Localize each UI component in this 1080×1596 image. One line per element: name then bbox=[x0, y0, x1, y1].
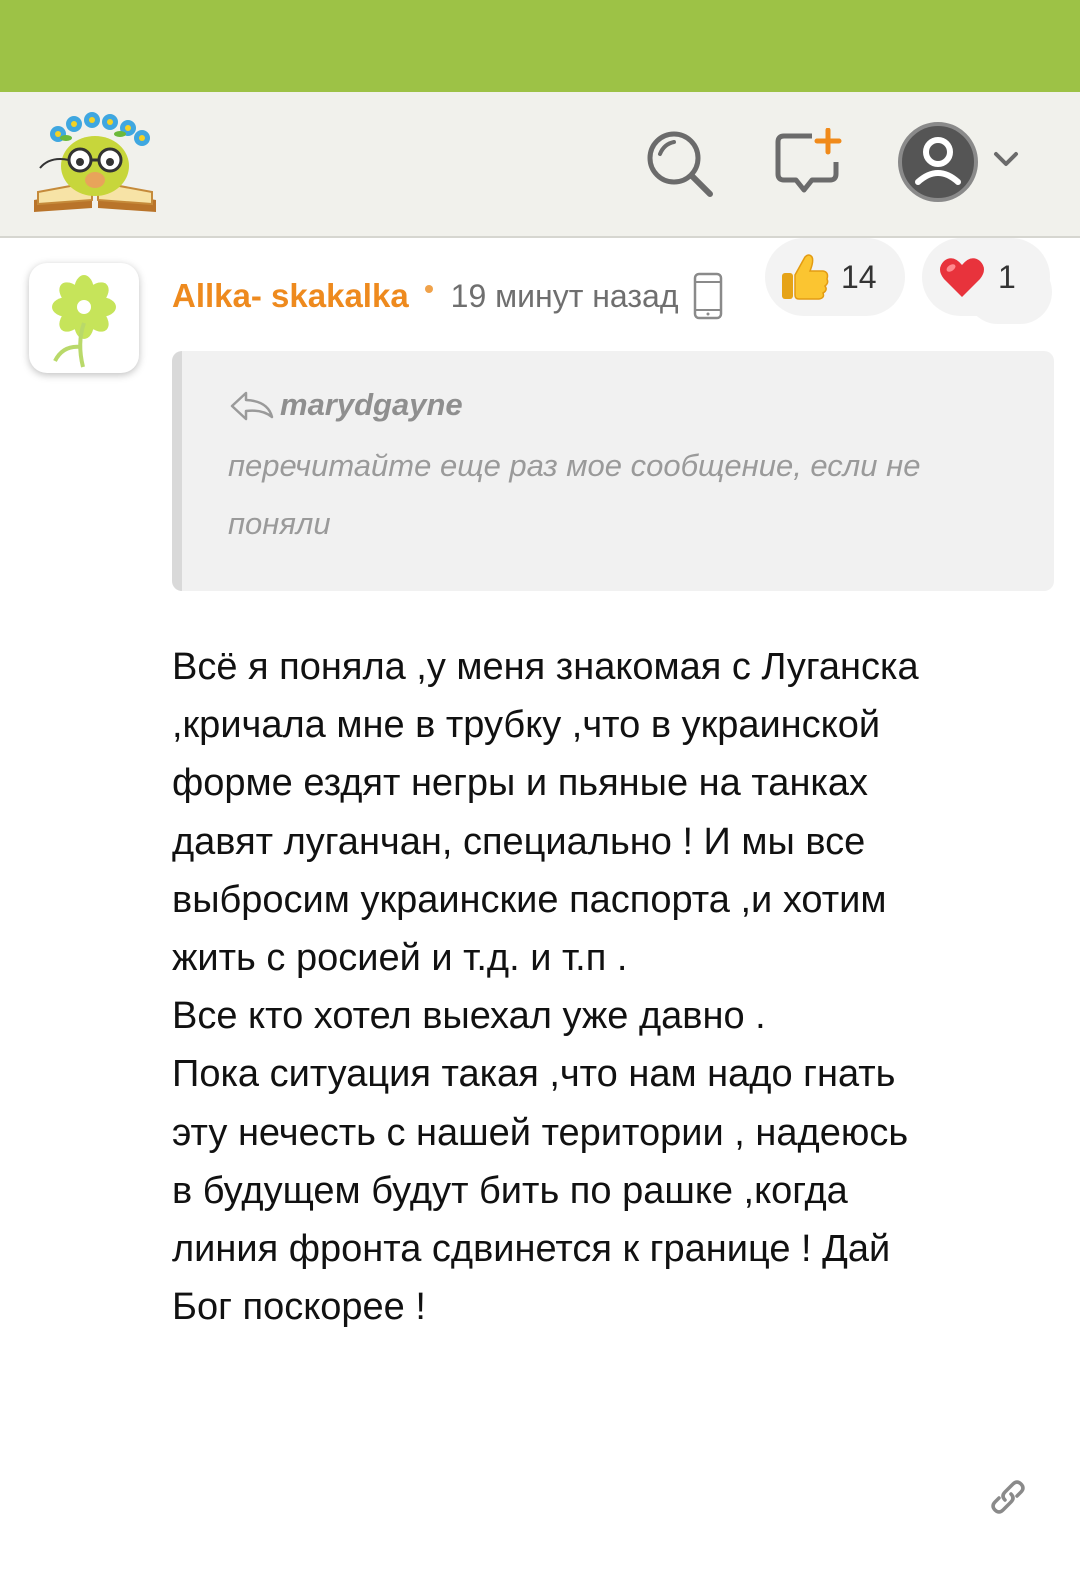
quoted-text: перечитайте еще раз мое сообщение, если … bbox=[228, 437, 1024, 553]
user-avatar-icon bbox=[898, 122, 1018, 202]
comment-line: Пока ситуация такая ,что нам надо гнать bbox=[172, 1053, 896, 1096]
profile-menu-button[interactable] bbox=[898, 120, 1038, 210]
like-reaction-button[interactable]: 14 bbox=[765, 238, 905, 316]
link-icon[interactable] bbox=[985, 1474, 1031, 1520]
quoted-text-line: перечитайте еще раз мое сообщение, если … bbox=[228, 448, 921, 483]
comment-line: Всё я поняла ,у меня знакомая с Луганска bbox=[172, 646, 919, 688]
avatar[interactable] bbox=[29, 263, 139, 373]
chevron-down-icon bbox=[994, 152, 1018, 166]
phone-icon bbox=[693, 272, 722, 320]
timestamp: 19 минут назад bbox=[450, 277, 679, 314]
comment-line: ,кричала мне в трубку ,что в украинской bbox=[172, 704, 881, 747]
comment-line: давят луганчан, специально ! И мы все bbox=[172, 820, 866, 863]
comment-line: Бог поскорее ! bbox=[172, 1286, 426, 1329]
heart-icon bbox=[940, 258, 984, 297]
love-count: 1 bbox=[998, 258, 1016, 295]
status-bar bbox=[0, 0, 1080, 92]
comment: Allka- skakalka 19 минут назад 48 marydg… bbox=[0, 238, 1080, 1596]
comment-line: Все кто хотел выехал уже давно . bbox=[172, 995, 766, 1038]
site-logo[interactable] bbox=[30, 108, 160, 218]
separator-dot bbox=[424, 285, 433, 293]
comment-line: эту нечесть с нашей територии , надеюсь bbox=[172, 1111, 909, 1154]
search-icon[interactable] bbox=[644, 128, 716, 200]
new-post-icon[interactable] bbox=[772, 128, 844, 200]
comment-body: Всё я поняла ,у меня знакомая с Луганска… bbox=[172, 638, 1062, 1336]
comment-line: в будущем будут бить по рашке ,когда bbox=[172, 1169, 848, 1212]
clover-flower-icon bbox=[52, 275, 116, 368]
app-header bbox=[0, 92, 1080, 238]
author-name[interactable]: Allka- skakalka bbox=[172, 277, 409, 315]
quoted-reply[interactable]: marydgayne перечитайте еще раз мое сообщ… bbox=[172, 351, 1054, 591]
comment-line: форме ездят негры и пьяные на танках bbox=[172, 762, 869, 805]
comment-line: выбросим украинские паспорта ,и хотим bbox=[172, 878, 887, 921]
quoted-author[interactable]: marydgayne bbox=[280, 387, 463, 423]
love-reaction-button[interactable]: 1 bbox=[922, 238, 1050, 316]
comment-meta: Allka- skakalka 19 минут назад bbox=[172, 268, 723, 324]
like-count: 14 bbox=[841, 258, 877, 295]
thumbs-up-icon bbox=[782, 254, 829, 300]
quoted-text-line: поняли bbox=[228, 506, 331, 541]
comment-line: линия фронта сдвинется к границе ! Дай bbox=[172, 1228, 891, 1271]
comment-line: жить с росией и т.д. и т.п . bbox=[172, 937, 628, 980]
reply-icon bbox=[230, 391, 274, 421]
